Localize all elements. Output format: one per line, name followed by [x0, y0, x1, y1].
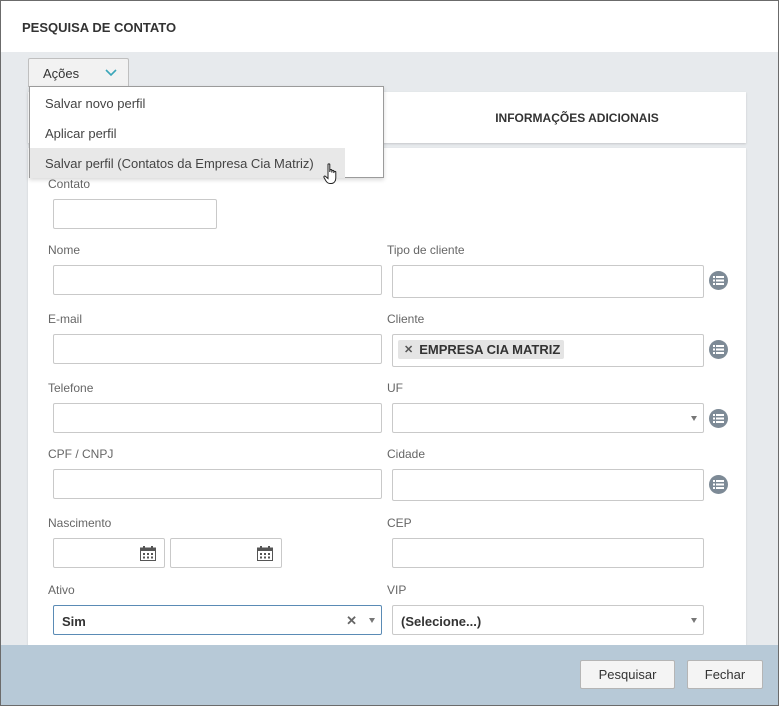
chevron-down-icon — [105, 69, 117, 77]
cpf-label: CPF / CNPJ — [48, 447, 114, 461]
cidade-list-button[interactable] — [709, 475, 728, 494]
actions-label: Ações — [43, 65, 80, 81]
uf-label: UF — [387, 381, 403, 395]
uf-select[interactable] — [392, 403, 704, 433]
dropdown-arrow-icon — [691, 416, 697, 421]
email-input[interactable] — [53, 334, 382, 364]
close-button[interactable]: Fechar — [687, 660, 763, 689]
ativo-select[interactable]: Sim ✕ — [53, 605, 382, 635]
cliente-list-button[interactable] — [709, 340, 728, 359]
dialog-title: PESQUISA DE CONTATO — [22, 20, 177, 35]
dropdown-arrow-icon — [691, 618, 697, 623]
nascimento-start-input[interactable] — [53, 538, 165, 568]
search-button[interactable]: Pesquisar — [580, 660, 675, 689]
ativo-label: Ativo — [48, 583, 75, 597]
nome-label: Nome — [48, 243, 81, 257]
calendar-icon[interactable] — [257, 546, 273, 561]
vip-label: VIP — [387, 583, 407, 597]
vip-value: (Selecione...) — [401, 614, 482, 629]
telefone-label: Telefone — [48, 381, 94, 395]
cliente-tag-label: EMPRESA CIA MATRIZ — [419, 342, 561, 357]
actions-dropdown-button[interactable]: Ações — [28, 58, 129, 87]
clear-selection-icon[interactable]: ✕ — [346, 613, 357, 629]
cidade-input[interactable] — [392, 469, 704, 501]
nascimento-label: Nascimento — [48, 516, 112, 530]
telefone-input[interactable] — [53, 403, 382, 433]
tab-additional-info[interactable]: INFORMAÇÕES ADICIONAIS — [408, 92, 746, 143]
email-label: E-mail — [48, 312, 83, 326]
cliente-tag: ✕ EMPRESA CIA MATRIZ — [398, 340, 565, 359]
cep-input[interactable] — [392, 538, 704, 568]
dialog-footer: Pesquisar Fechar — [1, 645, 778, 705]
remove-tag-icon[interactable]: ✕ — [404, 343, 413, 356]
cidade-label: Cidade — [387, 447, 426, 461]
hand-cursor-icon — [323, 163, 337, 184]
list-icon — [713, 276, 724, 285]
contato-input[interactable] — [53, 199, 217, 229]
nascimento-end-input[interactable] — [170, 538, 282, 568]
tipo-cliente-input[interactable] — [392, 265, 704, 298]
uf-list-button[interactable] — [709, 409, 728, 428]
calendar-icon[interactable] — [140, 546, 156, 561]
tipo-cliente-label: Tipo de cliente — [387, 243, 465, 257]
cliente-label: Cliente — [387, 312, 425, 326]
dropdown-arrow-icon — [369, 618, 375, 623]
ativo-value: Sim — [62, 614, 86, 629]
menu-item-save-profile[interactable]: Salvar perfil (Contatos da Empresa Cia M… — [30, 148, 345, 178]
vip-select[interactable]: (Selecione...) — [392, 605, 704, 635]
list-icon — [713, 345, 724, 354]
list-icon — [713, 414, 724, 423]
cep-label: CEP — [387, 516, 412, 530]
list-icon — [713, 480, 724, 489]
contact-search-dialog: PESQUISA DE CONTATO Ações Salvar novo pe… — [0, 0, 779, 706]
menu-item-apply-profile[interactable]: Aplicar perfil — [30, 118, 345, 148]
dialog-header: PESQUISA DE CONTATO — [1, 1, 778, 52]
nome-input[interactable] — [53, 265, 382, 295]
menu-item-save-new-profile[interactable]: Salvar novo perfil — [30, 88, 345, 118]
tipo-cliente-list-button[interactable] — [709, 271, 728, 290]
cliente-input[interactable]: ✕ EMPRESA CIA MATRIZ — [392, 334, 704, 367]
contato-label: Contato — [48, 177, 91, 191]
cpf-input[interactable] — [53, 469, 382, 499]
